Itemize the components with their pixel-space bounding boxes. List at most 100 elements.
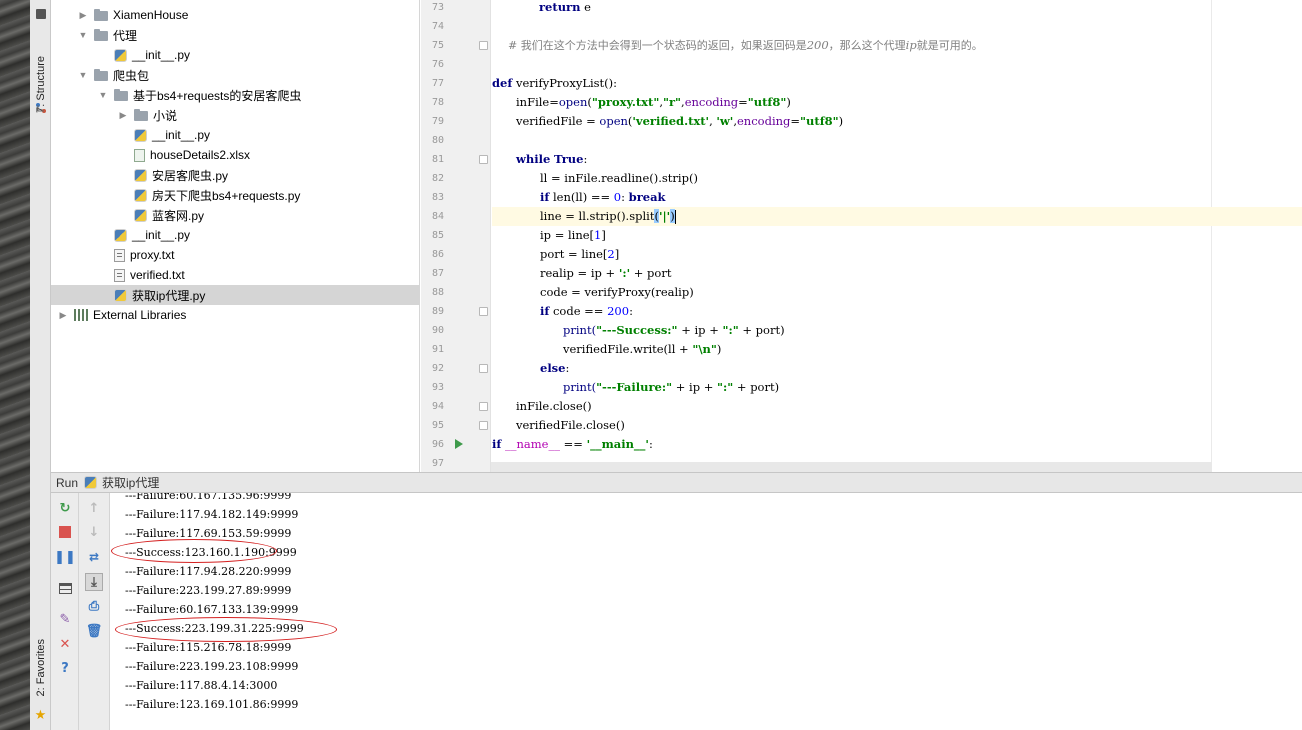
console-line-failure: ---Failure:60.167.135.96:9999: [125, 493, 292, 502]
chevron-down-icon[interactable]: ▼: [78, 30, 88, 40]
favorites-tool-tab[interactable]: 2: Favorites: [30, 628, 51, 708]
tree-file-item[interactable]: __init__.py: [51, 125, 420, 145]
pin-icon[interactable]: ✎: [56, 610, 74, 628]
tree-folder-item[interactable]: ▼ 基于bs4+requests的安居客爬虫: [51, 85, 420, 105]
soft-wrap-icon[interactable]: ⇄: [85, 548, 103, 566]
line-number: 83: [431, 192, 444, 203]
code-line-78: inFile=open("proxy.txt","r",encoding="ut…: [516, 95, 791, 109]
pause-icon[interactable]: ❚❚: [54, 548, 76, 566]
fold-marker-icon[interactable]: [479, 41, 488, 50]
console-output[interactable]: ---Failure:60.167.135.96:9999 ---Failure:…: [110, 493, 1302, 730]
tree-file-item[interactable]: 房天下爬虫bs4+requests.py: [51, 185, 420, 205]
fold-marker-icon[interactable]: [479, 307, 488, 316]
line-number: 74: [431, 21, 444, 32]
tree-item-label: 安居客爬虫.py: [152, 168, 229, 183]
down-arrow-icon[interactable]: ↓: [85, 523, 103, 541]
up-arrow-icon[interactable]: ↑: [85, 499, 103, 517]
python-file-icon: [114, 288, 127, 302]
run-config-name[interactable]: 获取ip代理: [102, 474, 159, 491]
tree-libraries-item[interactable]: ▶ External Libraries: [51, 305, 420, 325]
favorites-tool-label: 2: Favorites: [34, 639, 47, 697]
code-line-73: return e: [539, 0, 591, 14]
chevron-down-icon[interactable]: ▼: [98, 90, 108, 100]
text-file-icon: [114, 248, 125, 262]
code-line-87: realip = ip + ':' + port: [540, 266, 672, 280]
fold-marker-icon[interactable]: [479, 421, 488, 430]
tree-item-label: External Libraries: [93, 308, 187, 322]
project-tree[interactable]: ▶ XiamenHouse ▼ 代理 __init__.py ▼ 爬虫包 ▼ 基于bs4+req…: [51, 0, 420, 472]
code-line-89: if code == 200:: [540, 304, 633, 318]
python-file-icon: [114, 228, 127, 242]
chevron-right-icon[interactable]: ▶: [118, 110, 128, 120]
tree-file-item[interactable]: __init__.py: [51, 45, 420, 65]
line-number: 81: [431, 154, 444, 165]
folder-icon: [94, 9, 108, 21]
annotation-circle: [111, 539, 277, 563]
run-gutter-icon[interactable]: [455, 439, 463, 449]
line-number: 77: [431, 78, 444, 89]
tree-file-item[interactable]: 安居客爬虫.py: [51, 165, 420, 185]
code-line-85: ip = line[1]: [540, 228, 606, 242]
tree-file-item[interactable]: proxy.txt: [51, 245, 420, 265]
tree-file-item[interactable]: 蓝客网.py: [51, 205, 420, 225]
code-line-88: code = verifyProxy(realip): [540, 285, 694, 299]
fold-marker-icon[interactable]: [479, 155, 488, 164]
line-number: 91: [431, 344, 444, 355]
layout-icon[interactable]: [56, 579, 74, 597]
run-tab-label[interactable]: Run: [56, 476, 78, 490]
help-icon[interactable]: ?: [56, 659, 74, 677]
line-number: 95: [431, 420, 444, 431]
scroll-to-end-icon[interactable]: ⤓: [85, 573, 103, 591]
structure-icon: [30, 100, 51, 116]
stop-icon[interactable]: [56, 523, 74, 541]
code-line-86: port = line[2]: [540, 247, 620, 261]
tool-window-toggle-icon[interactable]: [30, 6, 51, 22]
library-icon: [74, 309, 88, 321]
close-icon[interactable]: ✕: [56, 635, 74, 653]
tree-file-item[interactable]: verified.txt: [51, 265, 420, 285]
fold-marker-icon[interactable]: [479, 402, 488, 411]
tree-file-item[interactable]: __init__.py: [51, 225, 420, 245]
trash-icon[interactable]: 🗑: [85, 622, 103, 640]
line-number: 79: [431, 116, 444, 127]
tree-item-label: 爬虫包: [113, 68, 150, 83]
editor-gutter: 73 74 75 76 77 78 79 80 81 82 83 84 85 86 87 88 89 90 91 92…: [421, 0, 491, 472]
chevron-right-icon[interactable]: ▶: [78, 10, 88, 20]
rerun-icon[interactable]: ↻: [56, 499, 74, 517]
console-line-failure: ---Failure:117.88.4.14:3000: [125, 679, 278, 692]
tree-folder-item[interactable]: ▶ 小说: [51, 105, 420, 125]
code-line-84-current: line = ll.strip().split('|'): [492, 207, 1302, 226]
line-number: 85: [431, 230, 444, 241]
python-file-icon: [114, 48, 127, 62]
chevron-down-icon[interactable]: ▼: [78, 70, 88, 80]
tree-item-label: 代理: [113, 28, 138, 43]
structure-tool-tab[interactable]: 7: Structure: [30, 34, 51, 134]
tree-folder-item[interactable]: ▼ 代理: [51, 25, 420, 45]
line-number: 92: [431, 363, 444, 374]
code-line-96: if __name__ == '__main__':: [492, 437, 653, 451]
tree-file-item[interactable]: houseDetails2.xlsx: [51, 145, 420, 165]
console-line-failure: ---Failure:117.94.182.149:9999: [125, 508, 299, 521]
tree-folder-item[interactable]: ▶ XiamenHouse: [51, 5, 420, 25]
line-number: 89: [431, 306, 444, 317]
text-caret: [674, 210, 676, 224]
python-file-icon: [134, 168, 147, 182]
tree-file-item[interactable]: 获取ip代理.py: [51, 285, 420, 305]
print-icon[interactable]: ⎙: [85, 597, 103, 615]
fold-marker-icon[interactable]: [479, 364, 488, 373]
code-line-83: if len(ll) == 0: break: [540, 190, 666, 204]
folder-icon: [94, 29, 108, 41]
chevron-right-icon[interactable]: ▶: [58, 310, 68, 320]
code-line-92: else:: [540, 361, 570, 375]
line-number: 86: [431, 249, 444, 260]
line-number: 87: [431, 268, 444, 279]
python-file-icon: [84, 476, 98, 489]
code-editor[interactable]: 73 74 75 76 77 78 79 80 81 82 83 84 85 86 87 88 89 90 91 92…: [421, 0, 1302, 472]
tree-folder-item[interactable]: ▼ 爬虫包: [51, 65, 420, 85]
editor-horizontal-scrollbar[interactable]: [491, 462, 1212, 472]
code-line-79: verifiedFile = open('verified.txt', 'w',…: [516, 114, 844, 128]
